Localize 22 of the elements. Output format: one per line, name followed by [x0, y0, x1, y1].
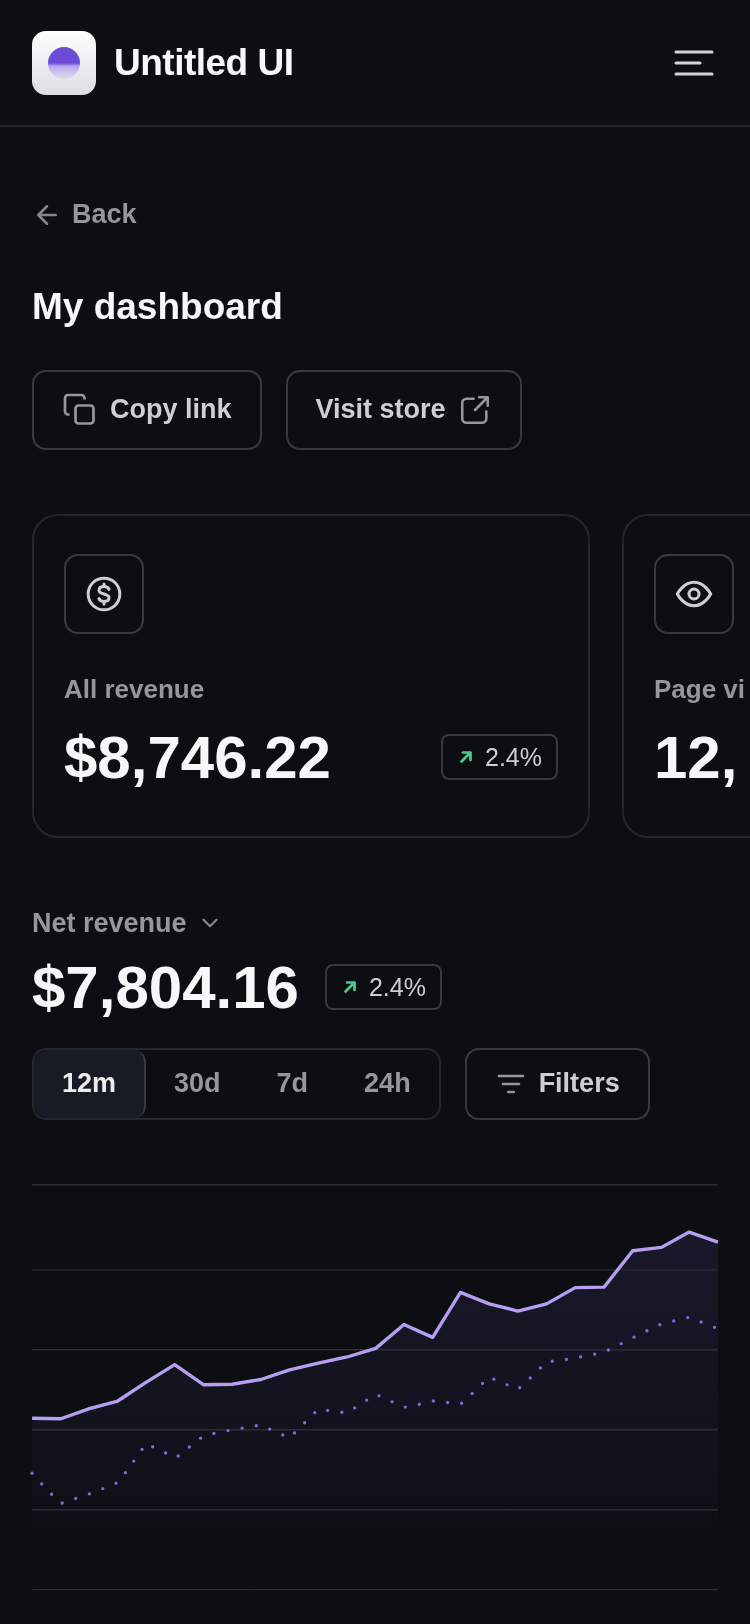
back-link[interactable]: Back — [32, 199, 137, 230]
metric-label: Page vi — [654, 673, 747, 705]
range-tab[interactable]: 30d — [146, 1049, 249, 1118]
eye-icon — [654, 553, 734, 634]
change-badge: 2.4% — [324, 964, 442, 1010]
logo-icon — [32, 30, 96, 95]
range-tab[interactable]: 24h — [336, 1049, 439, 1118]
filters-button[interactable]: Filters — [464, 1047, 650, 1120]
metric-value: $8,746.22 — [64, 722, 331, 792]
copy-icon — [62, 391, 98, 428]
range-tab[interactable]: 12m — [34, 1049, 147, 1118]
copy-link-button[interactable]: Copy link — [32, 369, 262, 450]
metric-value: 12, — [654, 722, 738, 792]
visit-store-button[interactable]: Visit store — [285, 369, 522, 450]
change-badge: 2.4% — [441, 734, 558, 780]
metric-dropdown[interactable]: Net revenue — [32, 907, 223, 939]
dollar-icon — [64, 553, 144, 634]
net-revenue-value: $7,804.16 — [32, 952, 299, 1022]
page-title: My dashboard — [32, 285, 284, 328]
range-tab[interactable]: 7d — [248, 1049, 337, 1118]
brand-name: Untitled UI — [114, 41, 294, 84]
metric-label: All revenue — [64, 673, 206, 705]
